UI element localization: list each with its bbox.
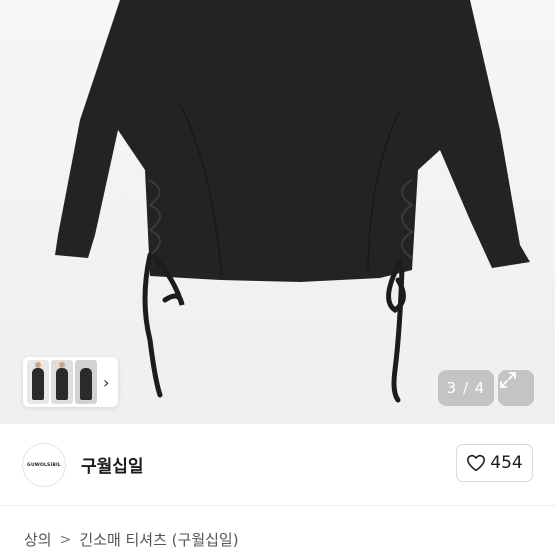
seller-row: GUWOLSIBIL 구월십일 454 <box>0 424 555 506</box>
shirt-body <box>55 0 530 282</box>
like-count: 454 <box>490 453 523 473</box>
breadcrumb-category[interactable]: 상의 <box>24 529 52 550</box>
breadcrumb: 상의 > 긴소매 티셔츠 (구월십일) <box>24 529 239 550</box>
seller-avatar-text: GUWOLSIBIL <box>27 462 61 468</box>
product-image[interactable]: › 3 / 4 <box>0 0 555 424</box>
thumbnail-3[interactable] <box>75 360 97 404</box>
thumbnail-strip[interactable]: › <box>23 357 118 407</box>
expand-button[interactable] <box>498 370 534 406</box>
expand-icon <box>500 372 516 388</box>
breadcrumb-separator: > <box>59 531 72 548</box>
heart-icon <box>467 454 486 472</box>
thumbnail-1[interactable] <box>27 360 49 404</box>
breadcrumb-subcategory[interactable]: 긴소매 티셔츠 (구월십일) <box>79 529 238 550</box>
image-counter: 3 / 4 <box>438 370 494 406</box>
like-button[interactable]: 454 <box>456 444 533 482</box>
chevron-right-icon[interactable]: › <box>103 373 109 392</box>
thumbnail-2[interactable] <box>51 360 73 404</box>
seller-name[interactable]: 구월십일 <box>81 452 144 477</box>
seller-avatar[interactable]: GUWOLSIBIL <box>22 443 66 487</box>
